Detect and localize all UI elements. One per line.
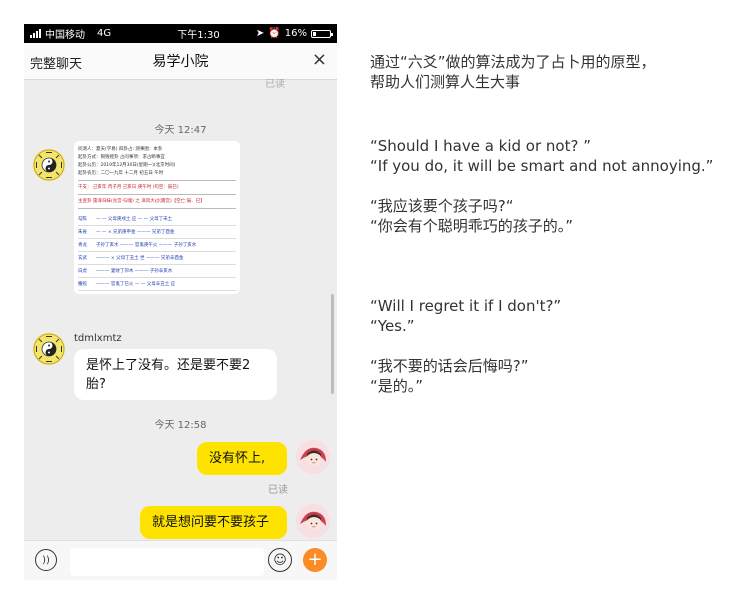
- battery-percent: 16%: [284, 28, 307, 39]
- caption-line: 帮助人们测算人生大事: [370, 73, 521, 91]
- caption-q2-cn: “我不要的话会后悔吗?” “是的。”: [370, 356, 740, 396]
- message-input[interactable]: [70, 548, 264, 576]
- signal-icon: [30, 29, 41, 38]
- battery-icon: [310, 29, 333, 38]
- doc-row-yao: — — 父母庚戌土 应 — — 父母丁未土: [96, 217, 173, 222]
- caption-q2-en: “Will I regret it if I don't?” “Yes.”: [370, 296, 740, 336]
- caption-line: “Will I regret it if I don't?”: [370, 297, 562, 315]
- plus-icon[interactable]: +: [303, 548, 327, 572]
- nav-bar: 完整聊天 易学小院 ×: [24, 43, 337, 80]
- doc-header-line: 起卦方式：铜钱摇卦 占问事项：求占断事宜: [78, 155, 165, 160]
- caption-q1-en: “Should I have a kid or not? ” “If you d…: [370, 136, 740, 176]
- timestamp: 今天 12:47: [154, 125, 207, 136]
- user-avatar-icon: [296, 440, 330, 474]
- location-icon: ➤: [255, 28, 265, 39]
- doc-ganzhi: 干支： 己亥年 丙子月 己亥日 庚午时 (旬空：辰巳): [78, 185, 179, 190]
- user-avatar[interactable]: [296, 440, 330, 474]
- sent-message-bubble[interactable]: 就是想问要不要孩子: [140, 506, 287, 539]
- status-time: 下午1:30: [177, 30, 220, 41]
- caption-line: “我不要的话会后悔吗?”: [370, 357, 529, 375]
- doc-gua-title: 主变卦 雷泽归妹(兑宫·归魂) 之 泽风大过(震宫)【空亡:辰、巳】: [78, 199, 205, 204]
- phone-screen: 中国移动 4G 下午1:30 ➤ ⏰ 16% 完整聊天 易学小院 × 已读 今天…: [24, 24, 337, 580]
- read-receipt: 已读: [268, 485, 288, 496]
- doc-header-line: 起卦公历：2019年12月30日(星期一)(北京时间): [78, 163, 176, 168]
- hexagram-image-message[interactable]: 问测人：夏天(学易) 四卦占: 测事图：本卦 起卦方式：铜钱摇卦 占问事项：求占…: [74, 141, 240, 294]
- close-icon[interactable]: ×: [312, 50, 327, 70]
- doc-row-god: 螣蛇: [78, 282, 87, 287]
- caption-q1-cn: “我应该要个孩子吗?“ “你会有个聪明乖巧的孩子的。”: [370, 196, 740, 236]
- doc-row-god: 青龙: [78, 243, 87, 248]
- emoji-icon[interactable]: ☺: [268, 548, 292, 572]
- sent-message-bubble[interactable]: 没有怀上,: [197, 442, 287, 475]
- scrollbar[interactable]: [331, 294, 334, 394]
- taiji-avatar-icon: [33, 333, 65, 365]
- sender-name: tdmlxmtz: [74, 333, 122, 344]
- doc-row-god: 玄武: [78, 256, 87, 261]
- input-bar: )) ☺ +: [24, 540, 337, 580]
- doc-row-yao: ——— × 父母丁丑土 世 ——— 兄弟辛酉金: [96, 256, 184, 261]
- message-text: 胎?: [86, 377, 106, 392]
- doc-row-god: 朱雀: [78, 230, 87, 235]
- doc-row-yao: — — × 兄弟庚申金 ——— 兄弟丁酉金: [96, 230, 175, 235]
- doc-header-line: 问测人：夏天(学易) 四卦占: 测事图：本卦: [78, 147, 163, 152]
- doc-divider: [78, 194, 236, 195]
- caption-line: “你会有个聪明乖巧的孩子的。”: [370, 217, 574, 235]
- doc-header-line: 起卦农历：二〇一九年 十二月 初五日 午时: [78, 171, 164, 176]
- doc-row-yao: ——— 官鬼丁巳火 — — 父母辛丑土 应: [96, 282, 176, 287]
- doc-divider: [78, 208, 236, 209]
- avatar[interactable]: [33, 149, 65, 181]
- doc-row-divider: [78, 290, 236, 291]
- doc-row-divider: [78, 277, 236, 278]
- caption-line: “Yes.”: [370, 317, 415, 335]
- doc-row-divider: [78, 238, 236, 239]
- message-text: 是怀上了没有。还是要不要2: [86, 358, 251, 373]
- caption-line: “我应该要个孩子吗?“: [370, 197, 514, 215]
- full-chat-link[interactable]: 完整聊天: [30, 53, 82, 72]
- caption-intro: 通过“六爻”做的算法成为了占卜用的原型， 帮助人们测算人生大事: [370, 52, 740, 92]
- status-bar: 中国移动 4G 下午1:30 ➤ ⏰ 16%: [24, 24, 337, 43]
- message-text: 就是想问要不要孩子: [152, 515, 270, 530]
- doc-row-god: 勾陈: [78, 217, 87, 222]
- caption-line: 通过“六爻”做的算法成为了占卜用的原型，: [370, 53, 656, 71]
- network-label: 4G: [97, 28, 112, 39]
- doc-row-divider: [78, 251, 236, 252]
- caption-line: “是的。”: [370, 377, 424, 395]
- doc-row-god: 白虎: [78, 269, 87, 274]
- doc-row-yao: ——— 妻财丁卯木 ——— 子孙辛亥水: [96, 269, 173, 274]
- chat-area[interactable]: 已读 今天 12:47 tdmlxmtz 问测人：夏天(学易) 四卦占: 测事图…: [24, 79, 337, 540]
- message-text: 没有怀上,: [209, 451, 266, 466]
- carrier-label: 中国移动: [45, 30, 85, 41]
- timestamp: 今天 12:58: [154, 420, 207, 431]
- caption-line: “If you do, it will be smart and not ann…: [370, 157, 714, 175]
- doc-row-divider: [78, 264, 236, 265]
- user-avatar-icon: [296, 504, 330, 538]
- caption-line: “Should I have a kid or not? ”: [370, 137, 591, 155]
- doc-divider: [78, 180, 236, 181]
- avatar[interactable]: [33, 333, 65, 365]
- received-message-bubble[interactable]: 是怀上了没有。还是要不要2 胎?: [74, 349, 277, 400]
- read-receipt-top: 已读: [265, 79, 285, 90]
- chat-title: 易学小院: [152, 54, 209, 70]
- doc-row-yao: 子孙丁亥水 ——— 官鬼庚午火 ——— 子孙丁亥水: [96, 243, 197, 248]
- alarm-icon: ⏰: [268, 28, 281, 39]
- voice-icon[interactable]: )): [35, 549, 57, 571]
- taiji-avatar-icon: [33, 149, 65, 181]
- user-avatar[interactable]: [296, 504, 330, 538]
- doc-row-divider: [78, 225, 236, 226]
